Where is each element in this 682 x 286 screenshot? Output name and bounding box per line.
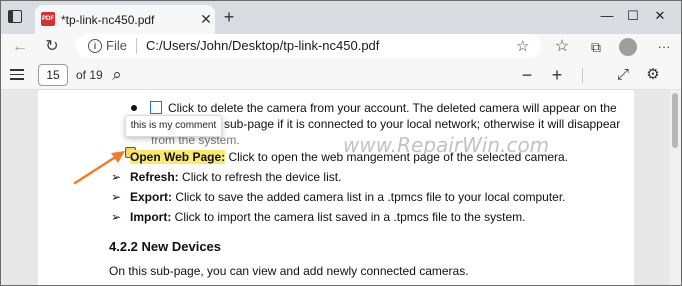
tab-strip: PDF *tp-link-nc450.pdf ✕ + — ☐ ✕ — [1, 1, 681, 34]
refresh-button[interactable]: ↻ — [41, 36, 63, 58]
zoom-in-button[interactable]: + — [547, 65, 567, 85]
add-favorite-icon[interactable]: ☆ — [516, 37, 529, 55]
bullet-text: Click to open the web mangement page of … — [225, 150, 569, 164]
bullet-term: Refresh: — [130, 170, 179, 184]
comment-tooltip: this is my comment — [125, 115, 222, 137]
bullet-open-web-page: Open Web Page: Click to open the web man… — [130, 150, 568, 164]
pdf-favicon-icon: PDF — [41, 12, 55, 26]
window-close-button[interactable]: ✕ — [650, 6, 670, 26]
zoom-out-button[interactable]: − — [517, 65, 537, 85]
delete-camera-icon — [150, 101, 162, 114]
section-paragraph: On this sub-page, you can view and add n… — [109, 264, 469, 278]
back-button[interactable]: ← — [9, 36, 31, 58]
tab-title: *tp-link-nc450.pdf — [61, 13, 155, 27]
address-bar[interactable]: i File C:/Users/John/Desktop/tp-link-nc4… — [76, 34, 541, 58]
favorites-icon[interactable]: ☆ — [551, 36, 573, 58]
more-options-icon[interactable]: ··· — [653, 36, 675, 58]
doc-line-1: Click to delete the camera from your acc… — [168, 101, 617, 115]
fit-to-page-icon[interactable]: ⤢ — [613, 65, 633, 85]
info-icon[interactable]: i — [88, 39, 102, 53]
new-tab-button[interactable]: + — [219, 6, 239, 28]
page-number-input[interactable]: 15 — [38, 64, 68, 86]
profile-avatar[interactable] — [619, 38, 637, 56]
bullet-dot — [131, 105, 137, 111]
settings-icon[interactable]: ⚙ — [643, 65, 663, 85]
scheme-label: File — [106, 38, 127, 53]
annotation-arrow-icon — [73, 151, 125, 185]
bullet-text: Click to refresh the device list. — [178, 170, 342, 184]
table-of-contents-icon[interactable] — [10, 69, 24, 80]
bullet-text: Click to import the camera list saved in… — [171, 210, 526, 224]
bullet-export: Export: Click to save the added camera l… — [130, 190, 566, 204]
address-separator — [136, 38, 137, 54]
search-icon[interactable]: ⌕ — [107, 65, 127, 85]
doc-line-2: sub-page if it is connected to your loca… — [224, 117, 621, 131]
bullet-term: Export: — [130, 190, 172, 204]
bullet-refresh: Refresh: Click to refresh the device lis… — [130, 170, 341, 184]
bullet-import: Import: Click to import the camera list … — [130, 210, 525, 224]
minimize-button[interactable]: — — [597, 6, 617, 26]
page-count-label: of 19 — [76, 68, 103, 82]
bullet-arrow-icon: ➢ — [111, 190, 122, 204]
close-tab-icon[interactable]: ✕ — [198, 10, 214, 28]
tab-active[interactable]: PDF *tp-link-nc450.pdf ✕ — [35, 5, 215, 34]
maximize-button[interactable]: ☐ — [623, 6, 643, 26]
highlighted-term[interactable]: Open Web Page: — [130, 150, 226, 164]
bullet-arrow-icon: ➢ — [111, 210, 122, 224]
tab-actions-icon[interactable] — [8, 10, 22, 23]
section-heading: 4.2.2 New Devices — [109, 239, 222, 254]
bullet-text: Click to save the added camera list in a… — [172, 190, 566, 204]
scrollbar-thumb[interactable] — [672, 93, 678, 148]
pdf-toolbar: 15 of 19 ⌕ − + ⤢ ⚙ — [1, 60, 681, 90]
collections-icon[interactable]: ⧉ — [585, 36, 607, 58]
url-text[interactable]: C:/Users/John/Desktop/tp-link-nc450.pdf — [146, 38, 379, 53]
bullet-term: Import: — [130, 210, 172, 224]
toolbar-divider — [582, 68, 583, 83]
navigation-bar: ← ↻ i File C:/Users/John/Desktop/tp-link… — [1, 34, 681, 60]
